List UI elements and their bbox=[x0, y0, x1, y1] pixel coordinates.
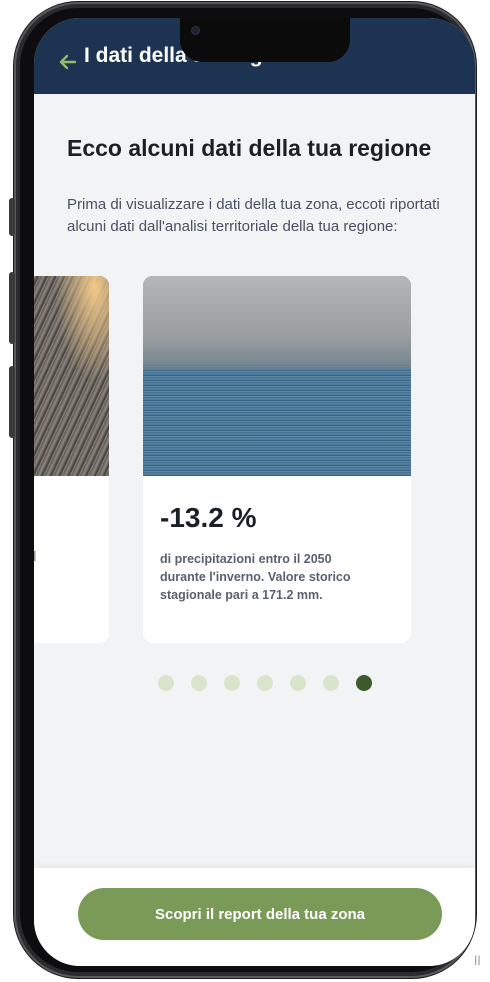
bottom-action-bar: Scopri il report della tua zona bbox=[34, 868, 475, 966]
data-card-previous[interactable]: l bbox=[34, 276, 109, 643]
pagination-dot-active[interactable] bbox=[356, 675, 372, 691]
mute-switch bbox=[9, 198, 15, 236]
camera-notch bbox=[180, 18, 350, 62]
card-text-fragment: l bbox=[34, 550, 37, 565]
stat-description: di precipitazioni entro il 2050 durante … bbox=[160, 552, 351, 602]
pagination-dot[interactable] bbox=[224, 675, 240, 691]
pagination-dot[interactable] bbox=[257, 675, 273, 691]
stat-value: -13.2 % bbox=[160, 502, 257, 533]
pagination-dot[interactable] bbox=[323, 675, 339, 691]
rain-water-photo bbox=[143, 276, 411, 476]
stray-mark: ll bbox=[474, 954, 481, 968]
arrow-left-icon[interactable] bbox=[58, 52, 78, 72]
pagination-dot[interactable] bbox=[290, 675, 306, 691]
volume-down-button bbox=[9, 366, 15, 438]
pagination-dot[interactable] bbox=[191, 675, 207, 691]
carousel-pagination bbox=[158, 675, 372, 691]
section-heading: Ecco alcuni dati della tua regione bbox=[67, 135, 432, 161]
discover-report-button[interactable]: Scopri il report della tua zona bbox=[78, 888, 442, 940]
app-screen: I dati della tua regione Ecco alcuni dat… bbox=[34, 18, 475, 966]
pagination-dot[interactable] bbox=[158, 675, 174, 691]
intro-text: Prima di visualizzare i dati della tua z… bbox=[67, 196, 440, 235]
camera-lens-icon bbox=[192, 27, 199, 34]
data-card-current[interactable]: -13.2 % di precipitazioni entro il 2050 … bbox=[143, 276, 411, 643]
frost-field-photo bbox=[34, 276, 109, 476]
volume-up-button bbox=[9, 272, 15, 344]
